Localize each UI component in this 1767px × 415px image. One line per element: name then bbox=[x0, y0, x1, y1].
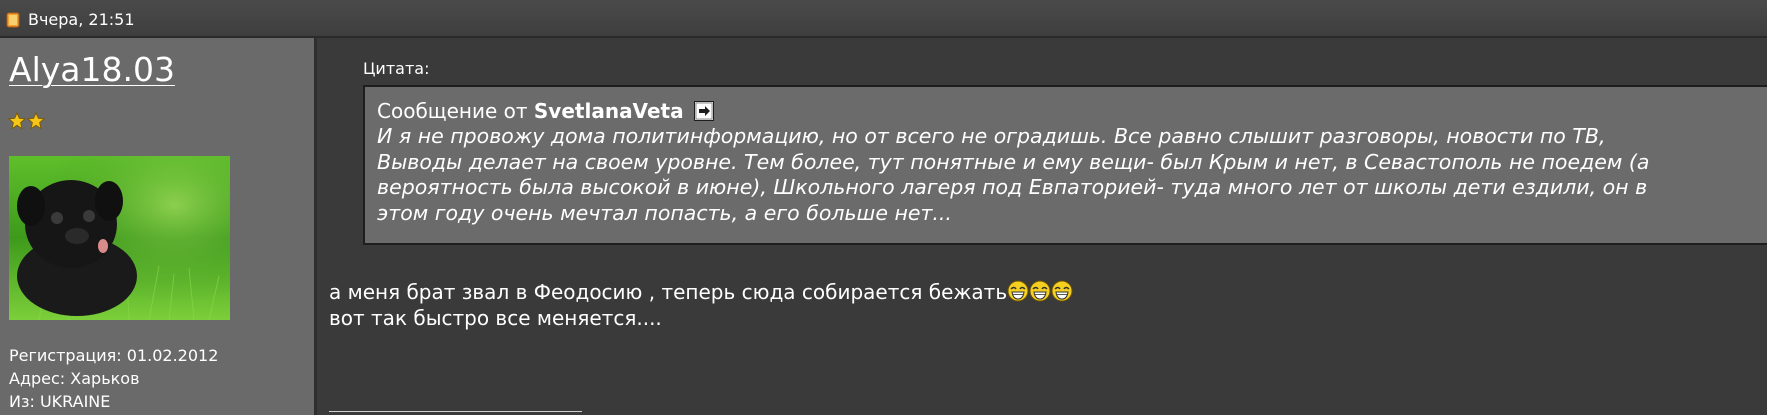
user-address: Адрес: Харьков bbox=[9, 369, 140, 388]
avatar[interactable] bbox=[9, 156, 230, 320]
message-line-1: а меня брат звал в Феодосию , теперь сюд… bbox=[329, 279, 1073, 305]
quote-line: Выводы делает на своем уровне. Тем более… bbox=[377, 149, 1650, 174]
laughing-smiley-icon bbox=[1029, 280, 1051, 302]
quote-prefix: Сообщение от bbox=[377, 99, 528, 123]
post-content: Цитата: Сообщение от SvetlanaVeta И я не… bbox=[317, 38, 1767, 415]
rank-stars bbox=[8, 112, 45, 132]
post-icon bbox=[6, 12, 20, 28]
quote-line: вероятность была высокой в июне), Школьн… bbox=[377, 175, 1648, 199]
quote-label: Цитата: bbox=[363, 59, 430, 78]
signature-divider bbox=[329, 411, 582, 412]
user-registration: Регистрация: 01.02.2012 bbox=[9, 346, 219, 365]
quote-author: SvetlanaVeta bbox=[533, 99, 684, 123]
laughing-smiley-icon bbox=[1007, 280, 1029, 302]
user-from: Из: UKRAINE bbox=[9, 392, 111, 411]
message-body: а меня брат звал в Феодосию , теперь сюд… bbox=[329, 279, 1073, 331]
laughing-smiley-icon bbox=[1051, 280, 1073, 302]
message-line-2: вот так быстро все меняется.... bbox=[329, 306, 662, 330]
quote-header: Сообщение от SvetlanaVeta bbox=[377, 99, 1767, 124]
quote-line: этом году очень мечтал попасть, а его бо… bbox=[377, 200, 952, 225]
message-text-1: а меня брат звал в Феодосию , теперь сюд… bbox=[329, 280, 1008, 304]
star-icon bbox=[27, 112, 45, 130]
quote-text: И я не провожу дома политинформацию, но … bbox=[377, 124, 1767, 226]
username-link[interactable]: Alya18.03 bbox=[9, 50, 175, 89]
view-post-icon[interactable] bbox=[693, 101, 714, 121]
avatar-image bbox=[9, 156, 230, 320]
post-date: Вчера, 21:51 bbox=[28, 10, 135, 29]
quote-box: Сообщение от SvetlanaVeta И я не провожу… bbox=[363, 85, 1767, 245]
star-icon bbox=[8, 112, 26, 130]
post-header: Вчера, 21:51 bbox=[0, 0, 1767, 38]
user-panel: Alya18.03 Регистрация: 01.02.2012 Адрес:… bbox=[0, 38, 317, 415]
forum-post: Вчера, 21:51 Alya18.03 Регистрация: 01.0… bbox=[0, 0, 1767, 415]
quote-line: И я не провожу дома политинформацию, но … bbox=[377, 124, 1606, 148]
user-info: Регистрация: 01.02.2012 Адрес: Харьков И… bbox=[9, 344, 218, 413]
